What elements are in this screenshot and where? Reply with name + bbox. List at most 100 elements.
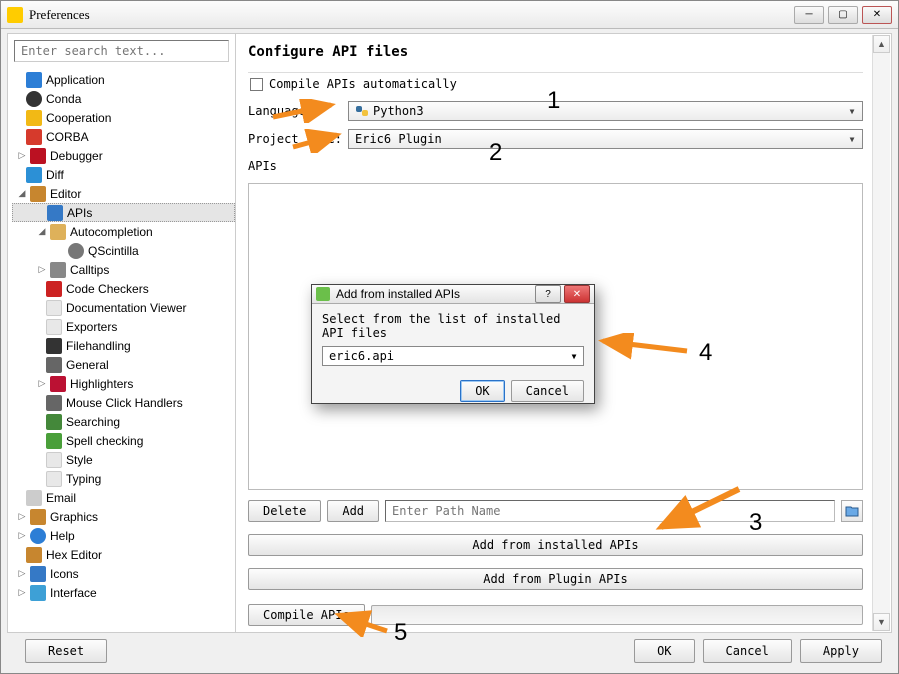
tree-item-mouse-click-handlers[interactable]: Mouse Click Handlers (12, 393, 235, 412)
tree-item-label: Application (46, 73, 105, 87)
scroll-down-icon[interactable]: ▼ (873, 613, 890, 631)
tree-item-graphics[interactable]: ▷Graphics (12, 507, 235, 526)
tree-item-icon (46, 395, 62, 411)
checkbox-box-icon (250, 78, 263, 91)
tree-item-calltips[interactable]: ▷ Calltips (12, 260, 235, 279)
tree-item-label: Email (46, 491, 76, 505)
reset-button[interactable]: Reset (25, 639, 107, 663)
project-type-combo[interactable]: Eric6 Plugin ▼ (348, 129, 863, 149)
tree-item-diff[interactable]: Diff (12, 165, 235, 184)
tree-item-code-checkers[interactable]: Code Checkers (12, 279, 235, 298)
apis-label: APIs (248, 157, 348, 173)
tree-item-label: Calltips (70, 263, 109, 277)
tree-item-application[interactable]: Application (12, 70, 235, 89)
tree-item-highlighters[interactable]: ▷ Highlighters (12, 374, 235, 393)
tree-item-documentation-viewer[interactable]: Documentation Viewer (12, 298, 235, 317)
ok-button[interactable]: OK (634, 639, 694, 663)
dialog-ok-button[interactable]: OK (460, 380, 504, 402)
tree-expand-icon[interactable]: ▷ (16, 587, 28, 599)
path-input[interactable] (385, 500, 835, 522)
tree-item-label: Hex Editor (46, 548, 102, 562)
tree-item-help[interactable]: ▷Help (12, 526, 235, 545)
tree-item-hex-editor[interactable]: Hex Editor (12, 545, 235, 564)
tree-expand-icon[interactable]: ▷ (36, 264, 48, 276)
tree-item-label: Style (66, 453, 93, 467)
tree-item-icon (46, 319, 62, 335)
api-file-combo[interactable]: eric6.api ▼ (322, 346, 584, 366)
tree-expand-icon[interactable]: ▷ (16, 568, 28, 580)
tree-item-icon (30, 528, 46, 544)
tree-item-label: Cooperation (46, 111, 111, 125)
tree-item-label: Documentation Viewer (66, 301, 187, 315)
tree-item-label: Typing (66, 472, 101, 486)
tree-item-conda[interactable]: Conda (12, 89, 235, 108)
tree-expand-icon[interactable]: ▷ (16, 530, 28, 542)
tree-item-icon (30, 585, 46, 601)
vertical-scrollbar[interactable]: ▲ ▼ (872, 35, 890, 631)
add-from-installed-button[interactable]: Add from installed APIs (248, 534, 863, 556)
open-file-button[interactable] (841, 500, 863, 522)
add-button[interactable]: Add (327, 500, 379, 522)
compile-apis-button[interactable]: Compile APIs (248, 604, 365, 626)
apply-button[interactable]: Apply (800, 639, 882, 663)
tree-item-corba[interactable]: CORBA (12, 127, 235, 146)
tree-item-debugger[interactable]: ▷ Debugger (12, 146, 235, 165)
compile-progress (371, 605, 863, 625)
tree-item-apis[interactable]: APIs (12, 203, 235, 222)
tree-collapse-icon[interactable]: ◢ (16, 188, 28, 200)
language-combo[interactable]: Python3 ▼ (348, 101, 863, 121)
tree-item-label: Debugger (50, 149, 103, 163)
compile-auto-label: Compile APIs automatically (269, 77, 457, 91)
maximize-button[interactable]: ▢ (828, 6, 858, 24)
close-button[interactable]: ✕ (862, 6, 892, 24)
tree-item-label: Icons (50, 567, 79, 581)
tree-item-icon (46, 452, 62, 468)
tree-item-typing[interactable]: Typing (12, 469, 235, 488)
cancel-button[interactable]: Cancel (703, 639, 792, 663)
tree-item-interface[interactable]: ▷Interface (12, 583, 235, 602)
dialog-help-button[interactable]: ? (535, 285, 561, 303)
tree-item-icons[interactable]: ▷ Icons (12, 564, 235, 583)
window-title: Preferences (29, 7, 90, 23)
dialog-button-bar: Reset OK Cancel Apply (7, 633, 892, 669)
minimize-button[interactable]: ─ (794, 6, 824, 24)
dialog-prompt: Select from the list of installed API fi… (322, 312, 584, 340)
category-tree-pane: Application Conda Cooperation CORBA ▷ Debugge… (8, 34, 236, 632)
category-tree[interactable]: Application Conda Cooperation CORBA ▷ Debugge… (8, 68, 235, 632)
tree-item-spell-checking[interactable]: Spell checking (12, 431, 235, 450)
tree-collapse-icon[interactable]: ◢ (36, 226, 48, 238)
tree-item-autocompletion[interactable]: ◢Autocompletion (12, 222, 235, 241)
search-input[interactable] (14, 40, 229, 62)
dialog-cancel-button[interactable]: Cancel (511, 380, 584, 402)
tree-item-searching[interactable]: Searching (12, 412, 235, 431)
tree-item-label: Conda (46, 92, 81, 106)
dialog-titlebar: Add from installed APIs ? ✕ (312, 285, 594, 304)
tree-item-label: Filehandling (66, 339, 131, 353)
tree-item-qscintilla[interactable]: QScintilla (12, 241, 235, 260)
tree-item-style[interactable]: Style (12, 450, 235, 469)
tree-item-icon (46, 433, 62, 449)
scroll-up-icon[interactable]: ▲ (873, 35, 890, 53)
tree-item-cooperation[interactable]: Cooperation (12, 108, 235, 127)
tree-item-label: Spell checking (66, 434, 143, 448)
add-from-plugin-button[interactable]: Add from Plugin APIs (248, 568, 863, 590)
delete-button[interactable]: Delete (248, 500, 321, 522)
tree-item-general[interactable]: General (12, 355, 235, 374)
tree-item-label: Highlighters (70, 377, 133, 391)
tree-item-exporters[interactable]: Exporters (12, 317, 235, 336)
tree-expand-icon[interactable]: ▷ (16, 150, 28, 162)
page-title: Configure API files (248, 40, 863, 70)
project-type-value: Eric6 Plugin (355, 132, 442, 146)
dialog-close-button[interactable]: ✕ (564, 285, 590, 303)
tree-item-label: QScintilla (88, 244, 139, 258)
compile-auto-checkbox[interactable]: Compile APIs automatically (250, 77, 863, 91)
titlebar: Preferences ─ ▢ ✕ (1, 1, 898, 29)
tree-expand-icon[interactable]: ▷ (16, 511, 28, 523)
tree-item-editor[interactable]: ◢Editor (12, 184, 235, 203)
tree-item-icon (26, 72, 42, 88)
tree-item-filehandling[interactable]: Filehandling (12, 336, 235, 355)
chevron-down-icon: ▼ (844, 104, 860, 118)
tree-expand-icon[interactable]: ▷ (36, 378, 48, 390)
tree-item-email[interactable]: Email (12, 488, 235, 507)
tree-item-icon (50, 376, 66, 392)
